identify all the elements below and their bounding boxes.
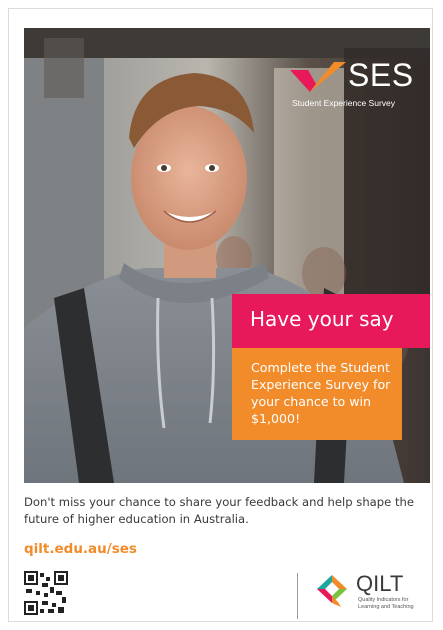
ses-title: SES xyxy=(348,57,414,93)
footer-message: Don't miss your chance to share your fee… xyxy=(24,495,414,526)
qilt-name: QILT xyxy=(356,571,404,596)
qilt-logo-icon xyxy=(317,575,347,607)
qilt-tagline: Quality Indicators for Learning and Teac… xyxy=(358,597,414,610)
ses-subtitle: Student Experience Survey xyxy=(292,98,396,108)
qr-code-icon[interactable] xyxy=(24,571,68,615)
hero-image: SES Student Experience Survey Have your … xyxy=(24,28,430,483)
offer-banner: Complete the Student Experience Survey f… xyxy=(232,348,402,440)
offer-text: Complete the Student Experience Survey f… xyxy=(251,360,391,426)
survey-link[interactable]: qilt.edu.au/ses xyxy=(24,541,137,557)
ses-check-icon xyxy=(290,62,346,92)
headline-banner: Have your say xyxy=(232,294,430,348)
footer-divider xyxy=(297,573,298,619)
ses-brand: SES Student Experience Survey xyxy=(290,57,420,110)
headline-text: Have your say xyxy=(250,307,394,331)
